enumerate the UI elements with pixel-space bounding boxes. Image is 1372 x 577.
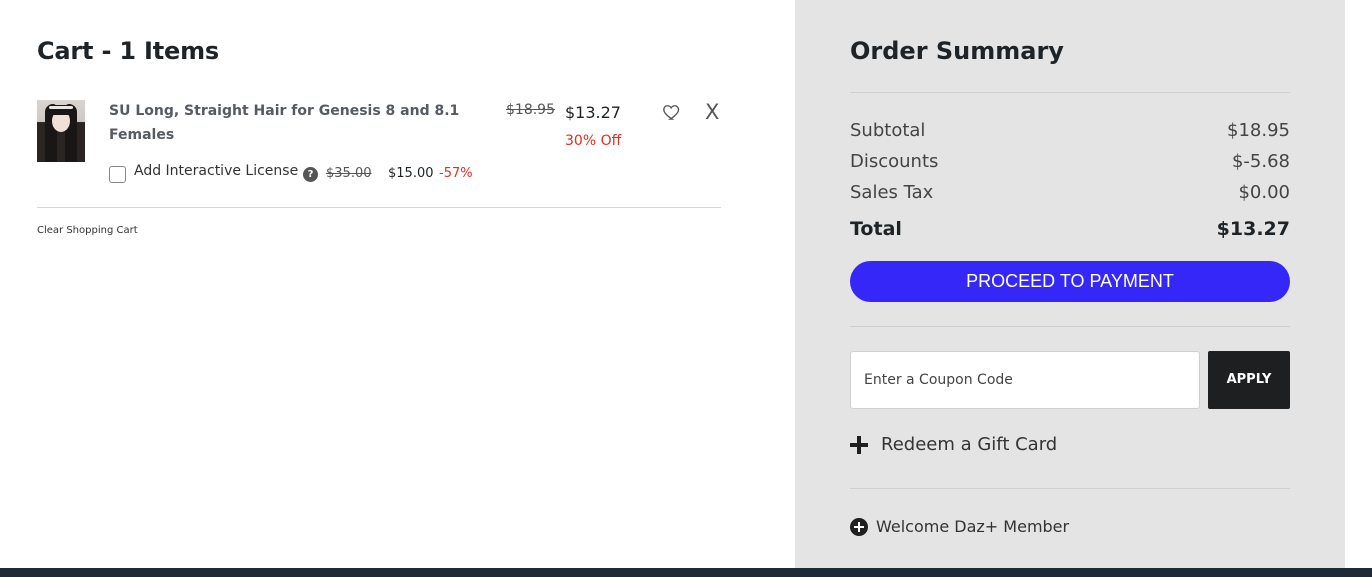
cart-title: Cart - 1 Items <box>37 37 220 65</box>
plus-icon <box>850 435 868 454</box>
discounts-row: Discounts $-5.68 <box>850 151 1290 172</box>
proceed-to-payment-button[interactable]: PROCEED TO PAYMENT <box>850 261 1290 302</box>
coupon-code-input[interactable] <box>850 351 1200 409</box>
order-summary-title: Order Summary <box>850 37 1064 65</box>
divider <box>37 207 721 208</box>
cart-page: Cart - 1 Items SU Long, Straight Hair fo… <box>0 0 1372 577</box>
discounts-value: $-5.68 <box>1231 151 1290 172</box>
license-sale-price: $15.00 <box>388 166 434 181</box>
divider <box>850 488 1290 489</box>
help-icon[interactable]: ? <box>303 167 318 182</box>
heart-icon[interactable] <box>662 102 682 122</box>
divider <box>850 326 1290 327</box>
subtotal-label: Subtotal <box>850 120 926 141</box>
license-discount: -57% <box>439 166 473 181</box>
order-summary-panel: Order Summary Subtotal $18.95 Discounts … <box>795 0 1345 568</box>
interactive-license-label[interactable]: Add Interactive License <box>134 163 298 179</box>
discounts-label: Discounts <box>850 151 939 172</box>
sales-tax-row: Sales Tax $0.00 <box>850 182 1290 203</box>
license-original-price: $35.00 <box>326 166 372 181</box>
daz-member-toggle[interactable]: Welcome Daz+ Member <box>850 517 1069 536</box>
daz-member-label: Welcome Daz+ Member <box>876 517 1070 536</box>
product-discount-label: 30% Off <box>565 133 622 149</box>
sales-tax-value: $0.00 <box>1238 182 1290 203</box>
footer-bar <box>0 568 1372 577</box>
product-original-price: $18.95 <box>506 102 555 118</box>
circle-plus-icon <box>850 517 868 536</box>
redeem-gift-card-label: Redeem a Gift Card <box>881 434 1058 455</box>
interactive-license-checkbox[interactable] <box>109 166 126 183</box>
total-label: Total <box>850 218 902 240</box>
remove-item-button[interactable]: X <box>705 100 719 124</box>
clear-cart-link[interactable]: Clear Shopping Cart <box>37 225 138 236</box>
subtotal-value: $18.95 <box>1227 120 1290 141</box>
total-row: Total $13.27 <box>850 218 1290 240</box>
divider <box>850 92 1290 93</box>
cart-panel: Cart - 1 Items SU Long, Straight Hair fo… <box>0 0 795 568</box>
product-thumbnail[interactable] <box>37 100 85 162</box>
subtotal-row: Subtotal $18.95 <box>850 120 1290 141</box>
redeem-gift-card-toggle[interactable]: Redeem a Gift Card <box>850 434 1057 455</box>
sales-tax-label: Sales Tax <box>850 182 934 203</box>
product-sale-price: $13.27 <box>565 103 621 122</box>
apply-coupon-button[interactable]: APPLY <box>1208 351 1290 409</box>
product-name-link[interactable]: SU Long, Straight Hair for Genesis 8 and… <box>109 99 469 147</box>
total-value: $13.27 <box>1216 218 1290 240</box>
